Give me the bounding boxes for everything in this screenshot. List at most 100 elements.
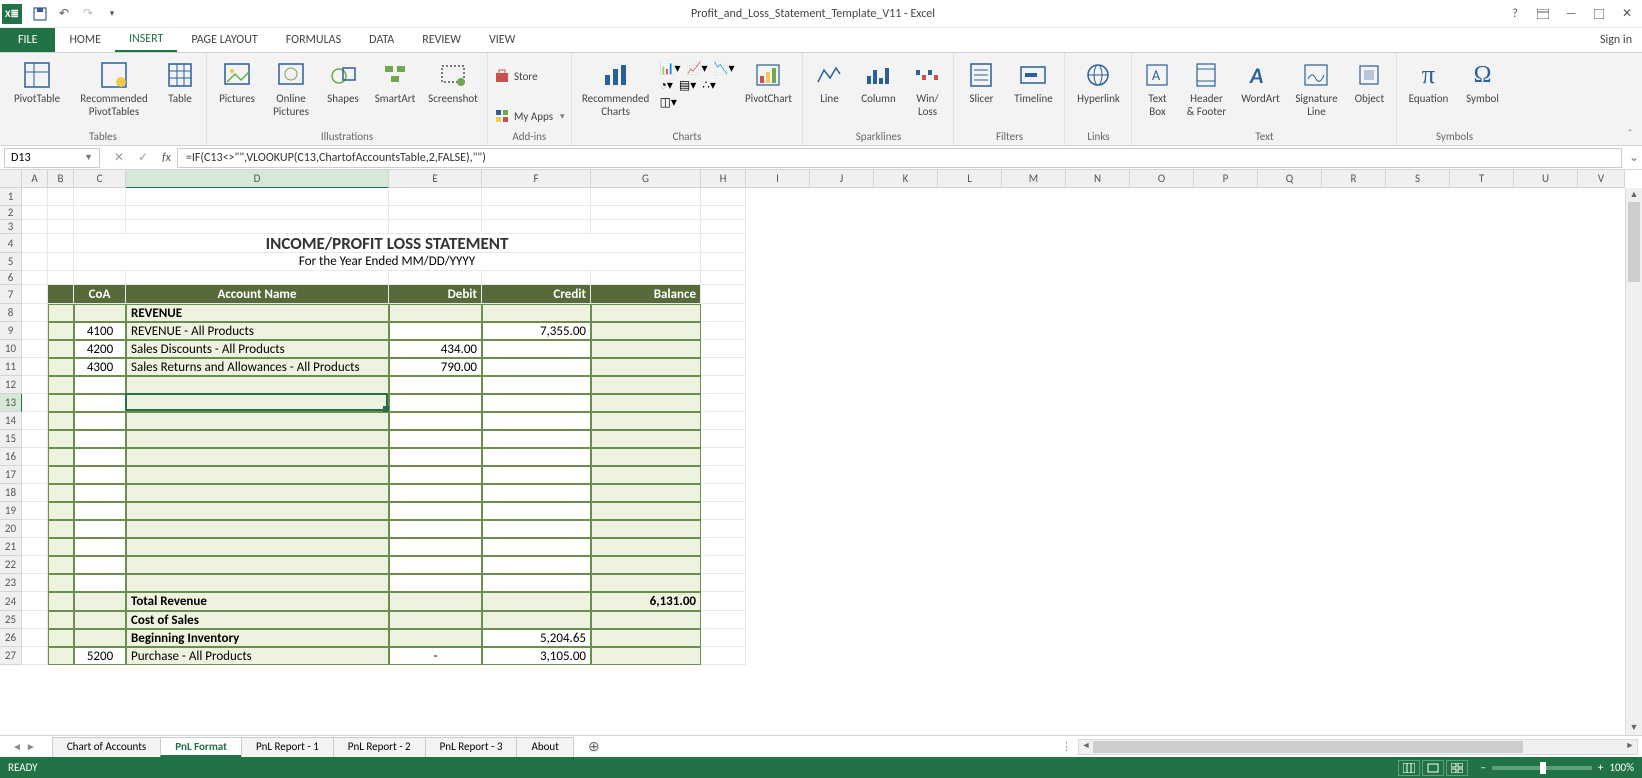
cell[interactable]	[74, 448, 126, 466]
cell[interactable]	[48, 466, 74, 484]
cell[interactable]	[591, 322, 701, 340]
cell[interactable]	[74, 574, 126, 592]
cell[interactable]	[48, 253, 74, 271]
cell[interactable]	[48, 538, 74, 556]
cell[interactable]	[701, 502, 746, 520]
row-header-22[interactable]: 22	[0, 556, 22, 574]
cell[interactable]	[591, 574, 701, 592]
cell[interactable]	[701, 394, 746, 412]
col-header[interactable]: T	[1450, 170, 1514, 188]
cell[interactable]	[591, 520, 701, 538]
bar-chart-icon[interactable]: 📊▾	[660, 61, 681, 76]
cell[interactable]	[482, 412, 591, 430]
cell[interactable]: REVENUE	[126, 304, 389, 322]
cell[interactable]	[389, 304, 482, 322]
save-button[interactable]	[28, 2, 52, 26]
cell[interactable]	[389, 430, 482, 448]
cell[interactable]	[701, 304, 746, 322]
horizontal-scrollbar[interactable]: ◄ ►	[1078, 739, 1638, 755]
cell[interactable]	[48, 394, 74, 412]
cell[interactable]	[482, 188, 591, 206]
cell[interactable]	[22, 592, 48, 611]
cell[interactable]: Beginning Inventory	[126, 629, 389, 647]
cell[interactable]	[22, 340, 48, 358]
cell[interactable]	[701, 647, 746, 665]
cell[interactable]	[701, 430, 746, 448]
cell[interactable]	[126, 271, 389, 285]
cell[interactable]	[126, 206, 389, 220]
cell[interactable]	[74, 538, 126, 556]
cell[interactable]	[482, 304, 591, 322]
col-header-C[interactable]: C	[74, 170, 126, 188]
cell[interactable]	[74, 376, 126, 394]
row-header-26[interactable]: 26	[0, 629, 22, 647]
collapse-ribbon-button[interactable]: ˆ	[1622, 127, 1638, 143]
cell[interactable]	[591, 538, 701, 556]
cell[interactable]	[48, 484, 74, 502]
cell[interactable]	[22, 358, 48, 376]
cell[interactable]	[48, 574, 74, 592]
cell[interactable]	[48, 430, 74, 448]
cell[interactable]	[48, 502, 74, 520]
cell[interactable]	[482, 466, 591, 484]
cell[interactable]	[22, 376, 48, 394]
row-header-1[interactable]: 1	[0, 188, 22, 206]
cell[interactable]	[74, 556, 126, 574]
store-button[interactable]: Store	[494, 65, 565, 87]
cell[interactable]	[126, 188, 389, 206]
col-header[interactable]: M	[1002, 170, 1066, 188]
cell[interactable]	[74, 466, 126, 484]
cell[interactable]	[482, 592, 591, 611]
recommended-pivot-button[interactable]: Recommended PivotTables	[74, 57, 154, 118]
cell[interactable]	[701, 376, 746, 394]
combo-chart-icon[interactable]: ◫▾	[660, 95, 677, 110]
cell[interactable]: 3,105.00	[482, 647, 591, 665]
cell[interactable]	[389, 188, 482, 206]
row-header-5[interactable]: 5	[0, 253, 22, 271]
pictures-button[interactable]: Pictures	[213, 57, 261, 106]
cell[interactable]: Debit	[389, 285, 482, 304]
cell[interactable]: REVENUE - All Products	[126, 322, 389, 340]
tab-file[interactable]: FILE	[0, 28, 55, 52]
cell[interactable]	[22, 520, 48, 538]
slicer-button[interactable]: Slicer	[960, 57, 1002, 106]
cell[interactable]	[389, 376, 482, 394]
cell[interactable]	[22, 538, 48, 556]
cell[interactable]	[74, 520, 126, 538]
row-header-17[interactable]: 17	[0, 466, 22, 484]
cell[interactable]	[591, 376, 701, 394]
cell[interactable]	[22, 206, 48, 220]
tab-review[interactable]: REVIEW	[408, 28, 475, 52]
col-header-H[interactable]: H	[701, 170, 746, 188]
cell[interactable]	[701, 358, 746, 376]
row-header-7[interactable]: 7	[0, 285, 22, 304]
cell[interactable]: Balance	[591, 285, 701, 304]
cell[interactable]	[482, 611, 591, 629]
cell[interactable]	[48, 188, 74, 206]
cell[interactable]	[48, 271, 74, 285]
cell[interactable]	[701, 611, 746, 629]
cell[interactable]	[74, 394, 126, 412]
cell[interactable]	[591, 556, 701, 574]
cell[interactable]	[701, 629, 746, 647]
cell[interactable]	[591, 394, 701, 412]
cell[interactable]: 434.00	[389, 340, 482, 358]
cell[interactable]	[591, 647, 701, 665]
row-header-19[interactable]: 19	[0, 502, 22, 520]
object-button[interactable]: Object	[1348, 57, 1390, 106]
cell[interactable]	[389, 520, 482, 538]
scatter-chart-icon[interactable]: ∴▾	[702, 78, 716, 93]
cell[interactable]	[74, 430, 126, 448]
cell[interactable]: CoA	[74, 285, 126, 304]
cell[interactable]	[389, 412, 482, 430]
row-header-14[interactable]: 14	[0, 412, 22, 430]
col-header-A[interactable]: A	[22, 170, 48, 188]
cell[interactable]	[591, 466, 701, 484]
cell[interactable]	[482, 502, 591, 520]
cell[interactable]	[126, 376, 389, 394]
cell[interactable]	[591, 502, 701, 520]
col-header-E[interactable]: E	[389, 170, 482, 188]
cell[interactable]	[482, 358, 591, 376]
cell[interactable]	[389, 502, 482, 520]
cell[interactable]	[48, 234, 74, 253]
